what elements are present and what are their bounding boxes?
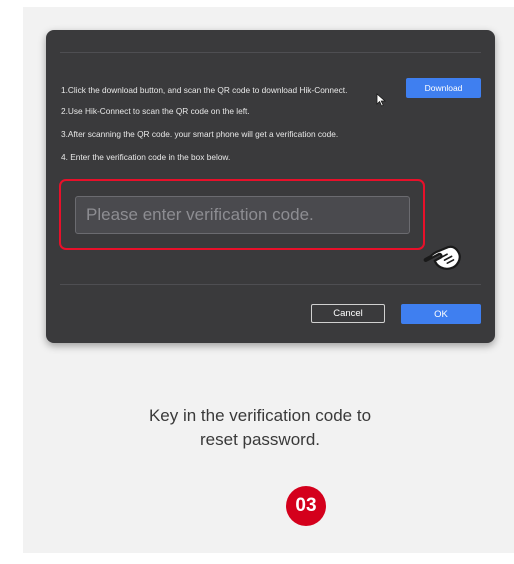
top-divider	[60, 52, 481, 53]
instruction-step-3: 3.After scanning the QR code. your smart…	[61, 129, 339, 139]
instruction-step-1: 1.Click the download button, and scan th…	[61, 85, 348, 95]
bottom-divider	[60, 284, 481, 285]
download-button[interactable]: Download	[406, 78, 481, 98]
verification-code-input[interactable]: Please enter verification code.	[75, 196, 410, 234]
instruction-step-4: 4. Enter the verification code in the bo…	[61, 152, 231, 162]
arrow-cursor-icon	[376, 93, 387, 107]
instruction-step-2: 2.Use Hik-Connect to scan the QR code on…	[61, 106, 250, 116]
ok-button[interactable]: OK	[401, 304, 481, 324]
step-caption: Key in the verification code to reset pa…	[148, 406, 372, 449]
step-number-badge: 03	[286, 486, 326, 526]
verification-dialog: 1.Click the download button, and scan th…	[46, 30, 495, 343]
pointing-hand-icon	[423, 245, 461, 270]
cancel-button[interactable]: Cancel	[311, 304, 385, 323]
